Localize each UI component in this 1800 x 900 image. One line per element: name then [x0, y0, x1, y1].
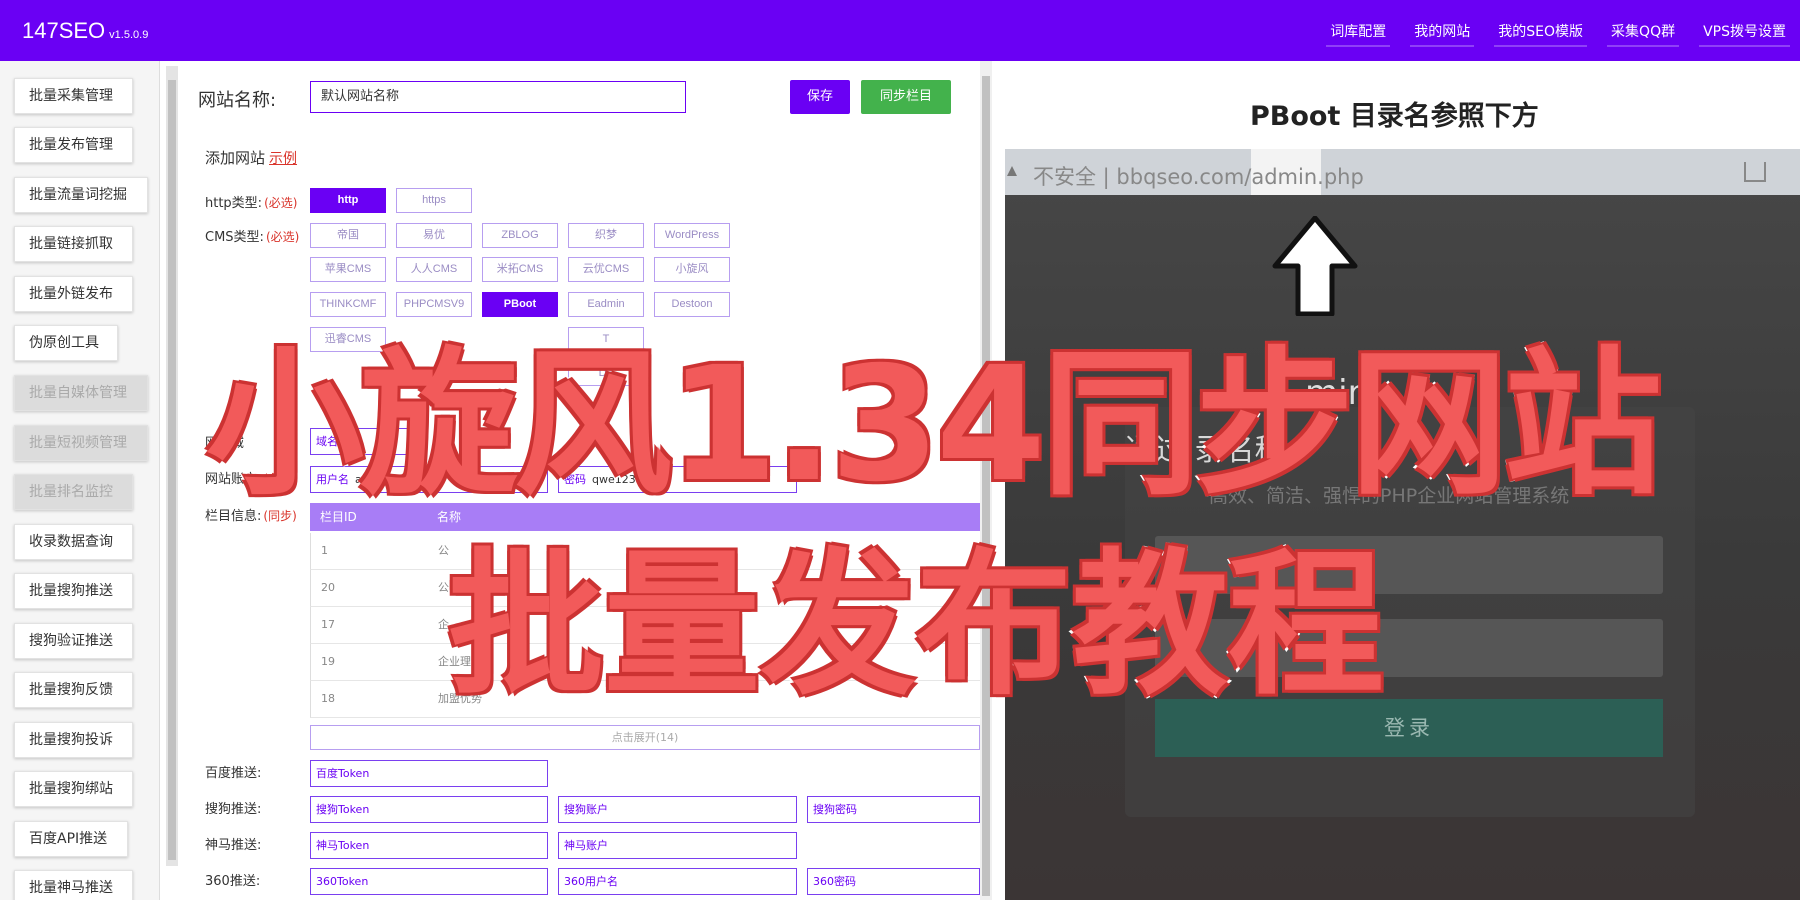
reference-title: PBoot 目录名参照下方	[1250, 101, 1539, 132]
http-type-text: http类型:	[205, 196, 263, 211]
column-id-cell: 20	[321, 581, 335, 594]
shenma-account-input[interactable]: 神马账户	[558, 832, 797, 859]
column-id-cell: 18	[321, 692, 335, 705]
column-id-cell: 17	[321, 618, 335, 631]
top-bar: 147SEO v1.5.0.9 词库配置 我的网站 我的SEO模版 采集QQ群 V…	[0, 0, 1800, 61]
overlay-headline-line1: 小旋风1.34同步网站	[204, 331, 1665, 520]
sidebar-item[interactable]: 批量短视频管理	[14, 425, 148, 461]
sidebar-item[interactable]: 批量搜狗绑站	[14, 771, 133, 807]
column-id-cell: 1	[321, 544, 328, 557]
sidebar-item[interactable]: 搜狗验证推送	[14, 623, 133, 659]
360-password-input[interactable]: 360密码	[807, 868, 980, 895]
cms-type-text: CMS类型:	[205, 230, 264, 245]
column-id-cell: 19	[321, 655, 335, 668]
sogou-push-label: 搜狗推送:	[205, 802, 262, 817]
nav-vps-dial[interactable]: VPS拨号设置	[1689, 0, 1800, 61]
site-name-label: 网站名称:	[198, 90, 277, 111]
sidebar-item[interactable]: 批量自媒体管理	[14, 375, 148, 411]
cms-option[interactable]: 米拓CMS	[482, 257, 558, 282]
cms-option[interactable]: 帝国	[310, 223, 386, 248]
baidu-push-label: 百度推送:	[205, 766, 262, 781]
cms-option[interactable]: WordPress	[654, 223, 730, 248]
sogou-token-input[interactable]: 搜狗Token	[310, 796, 548, 823]
sidebar-item[interactable]: 百度API推送	[14, 821, 128, 857]
cms-option[interactable]: 织梦	[568, 223, 644, 248]
warning-icon	[1007, 166, 1017, 176]
cms-option[interactable]: ZBLOG	[482, 223, 558, 248]
sidebar-item[interactable]: 收录数据查询	[14, 524, 133, 560]
overlay-headline-line2: 批量发布教程	[446, 532, 1387, 719]
360-push-label: 360推送:	[205, 874, 261, 889]
nav-lexicon-config[interactable]: 词库配置	[1316, 0, 1400, 61]
nav-qq-group[interactable]: 采集QQ群	[1597, 0, 1689, 61]
baidu-token-input[interactable]: 百度Token	[310, 760, 548, 787]
sidebar-item[interactable]: 批量搜狗投诉	[14, 722, 133, 758]
expand-columns-button[interactable]: 点击展开(14)	[310, 725, 980, 750]
sidebar-item[interactable]: 批量采集管理	[14, 78, 133, 114]
sidebar-item[interactable]: 批量搜狗反馈	[14, 672, 133, 708]
http-option-https[interactable]: https	[396, 188, 472, 213]
nav-seo-templates[interactable]: 我的SEO模版	[1484, 0, 1597, 61]
cms-option[interactable]: 易优	[396, 223, 472, 248]
sogou-account-input[interactable]: 搜狗账户	[558, 796, 797, 823]
brand-name: 147SEO	[22, 18, 106, 43]
sidebar-item[interactable]: 批量流量词挖掘	[14, 177, 148, 213]
site-name-input[interactable]: 默认网站名称	[310, 81, 686, 113]
sidebar-item[interactable]: 批量神马推送	[14, 870, 133, 900]
brand: 147SEO v1.5.0.9	[22, 18, 148, 44]
sidebar-scroll-thumb[interactable]	[168, 80, 176, 860]
example-link[interactable]: 示例	[269, 151, 297, 167]
http-option-http[interactable]: http	[310, 188, 386, 213]
top-nav: 词库配置 我的网站 我的SEO模版 采集QQ群 VPS拨号设置	[1316, 0, 1800, 61]
sidebar-scrollbar[interactable]	[166, 66, 178, 866]
required-mark: (必选)	[265, 230, 300, 244]
nav-my-sites[interactable]: 我的网站	[1400, 0, 1484, 61]
cms-option[interactable]: 苹果CMS	[310, 257, 386, 282]
sidebar-item[interactable]: 批量发布管理	[14, 127, 133, 163]
sync-columns-button[interactable]: 同步栏目	[861, 80, 951, 114]
sidebar-item[interactable]: 批量排名监控	[14, 474, 133, 510]
version-label: v1.5.0.9	[109, 29, 149, 41]
shenma-push-label: 神马推送:	[205, 838, 262, 853]
sidebar-item[interactable]: 伪原创工具	[14, 325, 118, 361]
add-site-heading: 添加网站 示例	[205, 147, 297, 168]
sogou-password-input[interactable]: 搜狗密码	[807, 796, 980, 823]
sidebar-item[interactable]: 批量链接抓取	[14, 226, 133, 262]
required-mark: (必选)	[264, 196, 298, 210]
sidebar-item[interactable]: 批量搜狗推送	[14, 573, 133, 609]
save-button[interactable]: 保存	[790, 80, 850, 114]
cms-option[interactable]: 人人CMS	[396, 257, 472, 282]
sidebar-item[interactable]: 批量外链发布	[14, 276, 133, 312]
add-site-label: 添加网站	[205, 149, 266, 167]
url-text: 不安全 | bbqseo.com/admin.php	[1033, 165, 1364, 189]
shenma-token-input[interactable]: 神马Token	[310, 832, 548, 859]
share-icon	[1744, 162, 1766, 182]
http-type-label: http类型: (必选)	[205, 192, 297, 211]
360-username-input[interactable]: 360用户名	[558, 868, 797, 895]
cms-option[interactable]: 小旋风	[654, 257, 730, 282]
cms-type-label: CMS类型: (必选)	[205, 226, 299, 245]
cms-option[interactable]: 云优CMS	[568, 257, 644, 282]
360-token-input[interactable]: 360Token	[310, 868, 548, 895]
